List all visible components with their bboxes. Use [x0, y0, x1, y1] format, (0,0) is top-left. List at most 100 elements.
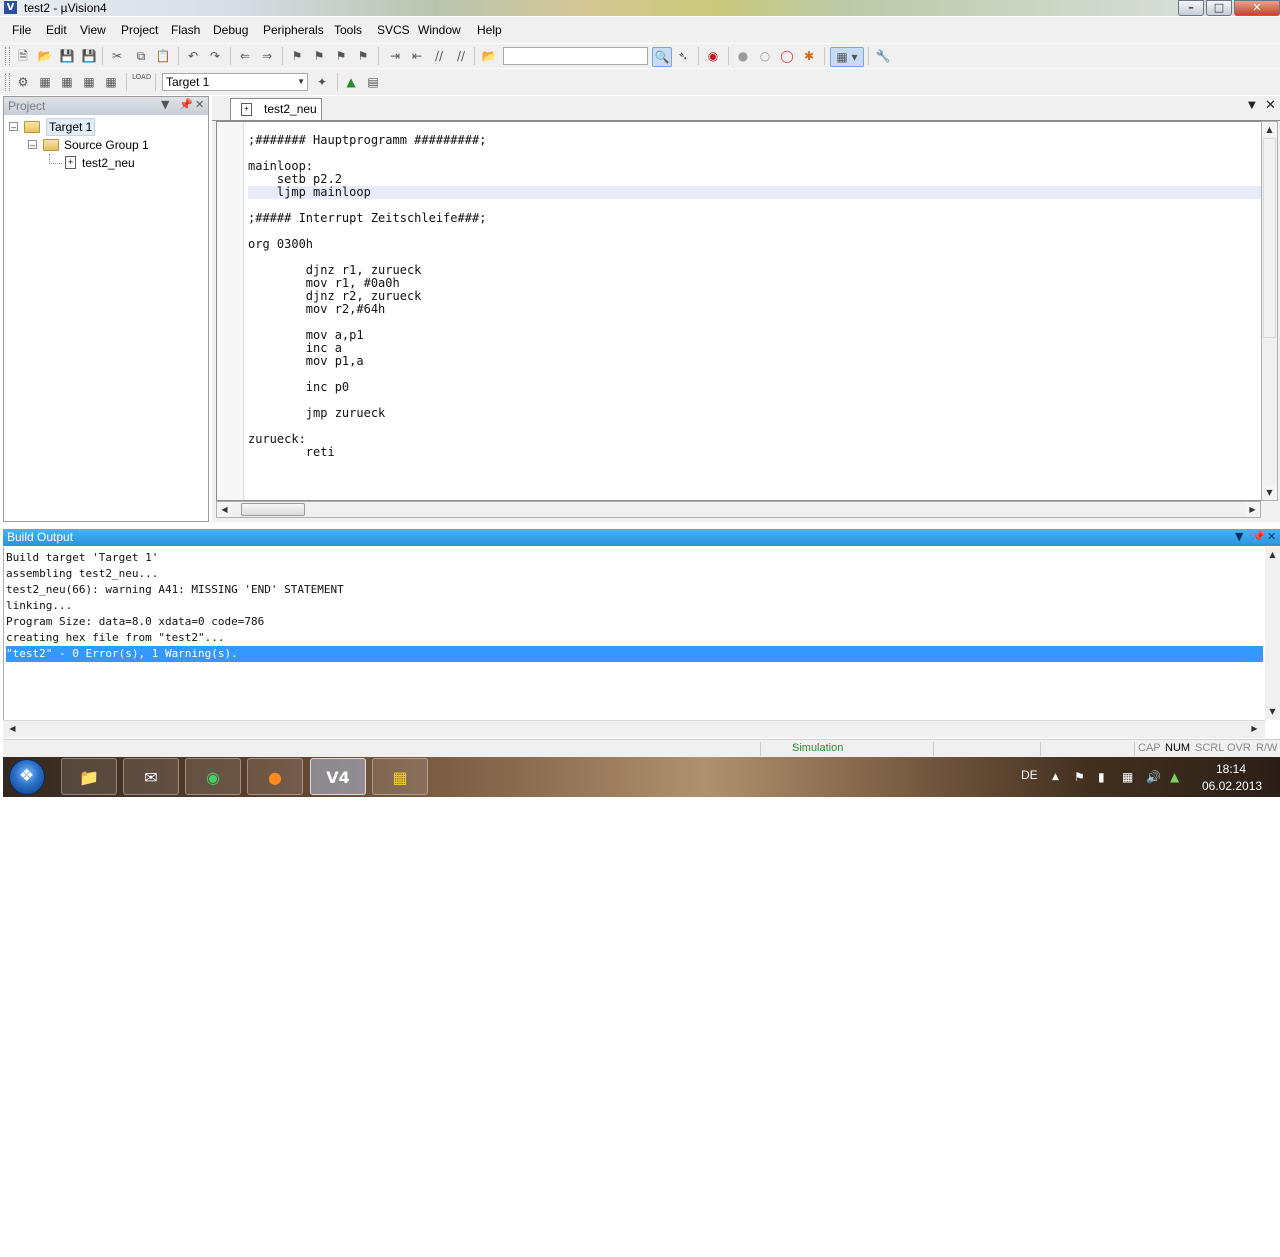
- action-center-flag-icon[interactable]: ⚑: [1074, 770, 1085, 784]
- outlook-taskbar-button[interactable]: ✉: [123, 758, 179, 795]
- windows-start-button[interactable]: ❖: [9, 759, 45, 795]
- open-file-icon[interactable]: 📂: [36, 47, 54, 65]
- download-load-icon[interactable]: LOAD: [132, 73, 151, 91]
- scroll-down-arrow-icon[interactable]: ▼: [1265, 704, 1280, 719]
- clock-date[interactable]: 06.02.2013: [1202, 779, 1262, 793]
- build-result-line[interactable]: "test2" - 0 Error(s), 1 Warning(s).: [6, 646, 1263, 662]
- code-line[interactable]: jmp zurueck: [248, 407, 1262, 420]
- incremental-find-icon[interactable]: ➴: [674, 47, 692, 65]
- chip-tool-taskbar-button[interactable]: ▦: [372, 758, 428, 795]
- menu-edit[interactable]: Edit: [46, 23, 67, 37]
- editor-horizontal-scrollbar[interactable]: ◀ ▶: [216, 501, 1261, 518]
- firefox-taskbar-button[interactable]: ●: [247, 758, 303, 795]
- uvision-taskbar-button[interactable]: V4: [310, 758, 366, 795]
- build-icon[interactable]: ▦: [36, 73, 54, 91]
- bookmark-clear-icon[interactable]: ⚑: [354, 47, 372, 65]
- code-line[interactable]: reti: [248, 446, 1262, 459]
- vertical-scroll-track[interactable]: [1263, 138, 1276, 338]
- window-layout-icon[interactable]: ▦ ▾: [830, 47, 864, 67]
- scroll-down-arrow-icon[interactable]: ▼: [1262, 485, 1277, 500]
- build-horizontal-scrollbar[interactable]: ◀ ▶: [3, 720, 1265, 738]
- save-all-icon[interactable]: 💾: [80, 47, 98, 65]
- unindent-icon[interactable]: ⇤: [408, 47, 426, 65]
- indent-icon[interactable]: ⇥: [386, 47, 404, 65]
- volume-icon[interactable]: 🔊: [1146, 770, 1161, 784]
- editor-vertical-scrollbar[interactable]: ▲ ▼: [1261, 121, 1278, 501]
- scroll-up-arrow-icon[interactable]: ▲: [1265, 547, 1280, 562]
- explorer-taskbar-button[interactable]: 📁: [61, 758, 117, 795]
- menu-debug[interactable]: Debug: [213, 23, 248, 37]
- power-plug-icon[interactable]: ▮: [1098, 770, 1105, 784]
- code-line[interactable]: [248, 368, 1262, 381]
- target-options-icon[interactable]: ✦: [313, 73, 331, 91]
- batch-build-icon[interactable]: ▦: [80, 73, 98, 91]
- code-line[interactable]: djnz r1, zurueck: [248, 264, 1262, 277]
- breakpoint-enable-icon[interactable]: ○: [756, 47, 774, 65]
- menu-flash[interactable]: Flash: [171, 23, 200, 37]
- new-file-icon[interactable]: 🗎: [14, 47, 32, 65]
- minimize-button[interactable]: –: [1178, 0, 1204, 16]
- menu-peripherals[interactable]: Peripherals: [263, 23, 324, 37]
- find-in-files-icon[interactable]: 📂: [480, 47, 498, 65]
- build-output-line[interactable]: linking...: [6, 598, 1263, 614]
- copy-icon[interactable]: ⧉: [132, 47, 150, 65]
- close-button[interactable]: ✕: [1234, 0, 1280, 16]
- redo-icon[interactable]: ↷: [206, 47, 224, 65]
- menu-tools[interactable]: Tools: [334, 23, 362, 37]
- network-signal-icon[interactable]: ▦: [1122, 770, 1133, 784]
- scroll-right-arrow-icon[interactable]: ▶: [1245, 502, 1260, 517]
- breakpoint-disable-all-icon[interactable]: ◯: [778, 47, 796, 65]
- build-output-line[interactable]: assembling test2_neu...: [6, 566, 1263, 582]
- toolbar-grip[interactable]: [5, 47, 10, 65]
- code-line[interactable]: ;##### Interrupt Zeitschleife###;: [248, 212, 1262, 225]
- pin-icon[interactable]: 📌: [1252, 530, 1266, 543]
- code-line[interactable]: mov a,p1: [248, 329, 1262, 342]
- navigate-forward-icon[interactable]: ⇒: [258, 47, 276, 65]
- code-editor[interactable]: ;####### Hauptprogramm #########; mainloo…: [216, 121, 1262, 501]
- panel-close-icon[interactable]: ✕: [1267, 530, 1276, 543]
- input-language[interactable]: DE: [1021, 768, 1038, 782]
- cut-icon[interactable]: ✂: [108, 47, 126, 65]
- uncomment-icon[interactable]: //: [452, 47, 470, 65]
- save-icon[interactable]: 💾: [58, 47, 76, 65]
- maximize-button[interactable]: □: [1206, 0, 1232, 16]
- menu-help[interactable]: Help: [477, 23, 502, 37]
- code-line-current[interactable]: ljmp mainloop: [248, 186, 1262, 199]
- build-output-line[interactable]: Program Size: data=8.0 xdata=0 code=786: [6, 614, 1263, 630]
- uv4-app-icon[interactable]: V: [4, 1, 17, 14]
- code-line[interactable]: org 0300h: [248, 238, 1262, 251]
- toolbar-grip[interactable]: [5, 73, 10, 91]
- menu-view[interactable]: View: [80, 23, 106, 37]
- configure-wrench-icon[interactable]: 🔧: [874, 47, 892, 65]
- code-line[interactable]: [248, 420, 1262, 433]
- target-select[interactable]: Target 1 ▼: [162, 73, 308, 91]
- code-line[interactable]: setb p2.2: [248, 173, 1262, 186]
- close-tab-icon[interactable]: ✕: [1265, 98, 1276, 113]
- find-combo[interactable]: [503, 47, 648, 65]
- build-output-line[interactable]: test2_neu(66): warning A41: MISSING 'END…: [6, 582, 1263, 598]
- code-line[interactable]: inc a: [248, 342, 1262, 355]
- breakpoint-kill-all-icon[interactable]: ✱: [800, 47, 818, 65]
- editor-gutter[interactable]: [217, 122, 244, 500]
- panel-menu-icon[interactable]: ▼: [1235, 530, 1243, 543]
- panel-close-icon[interactable]: ✕: [195, 98, 204, 111]
- horizontal-scroll-thumb[interactable]: [241, 503, 305, 516]
- find-icon[interactable]: 🔍: [652, 47, 672, 67]
- menu-project[interactable]: Project: [121, 23, 158, 37]
- code-line[interactable]: [248, 394, 1262, 407]
- select-packets-icon[interactable]: ▤: [364, 73, 382, 91]
- build-output-text[interactable]: Build target 'Target 1' assembling test2_…: [3, 547, 1265, 720]
- build-vertical-scrollbar[interactable]: ▲ ▼: [1265, 547, 1280, 720]
- tree-item-file[interactable]: + test2_neu: [49, 154, 169, 172]
- translate-icon[interactable]: ⚙: [14, 73, 32, 91]
- code-line[interactable]: ;####### Hauptprogramm #########;: [248, 134, 1262, 147]
- tab-list-icon[interactable]: ▼: [1248, 100, 1256, 111]
- bookmark-toggle-icon[interactable]: ⚑: [288, 47, 306, 65]
- rebuild-icon[interactable]: ▦: [58, 73, 76, 91]
- scroll-left-arrow-icon[interactable]: ◀: [5, 721, 20, 736]
- menu-window[interactable]: Window: [418, 23, 461, 37]
- collapse-toggle-icon[interactable]: –: [9, 122, 18, 132]
- paste-icon[interactable]: 📋: [154, 47, 172, 65]
- collapse-toggle-icon[interactable]: –: [28, 140, 37, 150]
- debug-session-icon[interactable]: ◉: [704, 47, 722, 65]
